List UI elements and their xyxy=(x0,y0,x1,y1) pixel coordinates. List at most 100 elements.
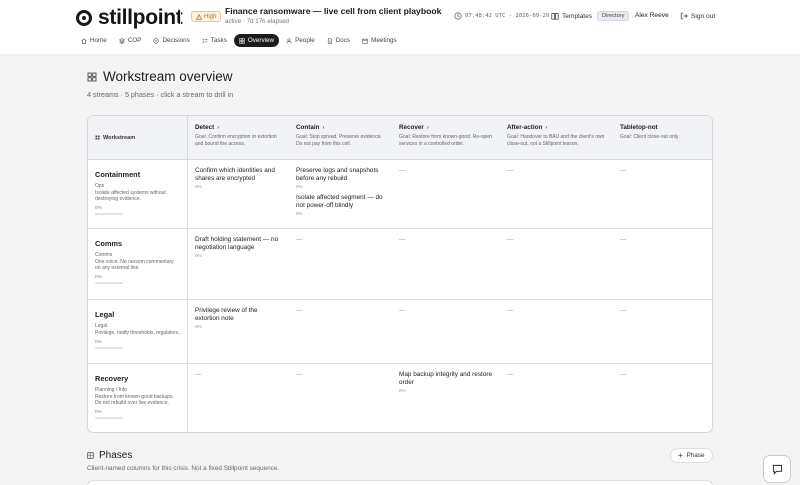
utc-clock: 07:48:42 UTC · 2026-09-29 xyxy=(454,12,549,20)
phase-cell[interactable]: — xyxy=(613,229,712,299)
empty-marker: — xyxy=(195,371,202,378)
directory-button[interactable]: Directory xyxy=(597,11,630,21)
plus-icon: + xyxy=(678,450,683,460)
phase-cell[interactable]: — xyxy=(613,300,712,363)
task-item[interactable]: Map backup integrity and restore order 0% xyxy=(399,371,493,393)
phase-cell[interactable]: — xyxy=(392,300,500,363)
empty-marker: — xyxy=(399,167,406,174)
task-item[interactable]: Preserve logs and snapshots before any r… xyxy=(296,167,385,189)
phase-cell[interactable]: — xyxy=(500,300,613,363)
tasks-icon xyxy=(202,38,208,44)
workstream-header-label: Workstream xyxy=(103,134,136,141)
nav-meetings[interactable]: Meetings xyxy=(357,34,402,47)
stream-name: Containment xyxy=(95,170,141,179)
phase-cell[interactable]: Map backup integrity and restore order 0% xyxy=(392,364,500,432)
chat-button[interactable] xyxy=(763,455,791,483)
nav-label: People xyxy=(295,37,315,44)
phase-column-header[interactable]: Recover › Goal: Restore from known-good. R… xyxy=(392,116,500,159)
nav-docs[interactable]: Docs xyxy=(322,34,355,47)
task-item[interactable]: Privilege review of the extortion note 0% xyxy=(195,307,282,329)
empty-marker: — xyxy=(507,236,514,243)
phase-cell[interactable]: Preserve logs and snapshots before any r… xyxy=(289,160,392,228)
phase-cell[interactable]: — xyxy=(500,364,613,432)
task-progress: 0% xyxy=(399,388,406,393)
phase-cell[interactable]: Draft holding statement — no negotiation… xyxy=(188,229,289,299)
templates-button[interactable]: Templates xyxy=(551,12,592,20)
chat-icon xyxy=(772,464,783,475)
add-phase-label: Phase xyxy=(686,452,705,459)
add-phase-button[interactable]: + Phase xyxy=(670,448,713,463)
stream-name: Legal xyxy=(95,310,115,319)
empty-marker: — xyxy=(507,371,514,378)
phase-goal: Goal: Restore from known-good. Re-open s… xyxy=(399,134,492,147)
phase-column-header[interactable]: Tabletop-not Goal: Client close-out only. xyxy=(613,116,712,159)
workstream-cell[interactable]: Comms Comms One voice. No ransom commentar… xyxy=(88,229,188,299)
workstream-board: Workstream Detect › Goal: Confirm encrypti… xyxy=(87,115,713,433)
phase-cell[interactable]: Privilege review of the extortion note 0% xyxy=(188,300,289,363)
nav-overview[interactable]: Overview xyxy=(233,34,280,47)
workstream-cell[interactable]: Legal Legal Privilege, notify thresholds, … xyxy=(88,300,188,363)
task-progress: 0% xyxy=(195,324,202,329)
task-title: Confirm which identities and shares are … xyxy=(195,167,275,182)
nav-decisions[interactable]: Decisions xyxy=(148,34,194,47)
empty-marker: — xyxy=(507,167,514,174)
chevron-right-icon: › xyxy=(217,124,220,131)
workstream-row[interactable]: Recovery Planning / Info Restore from know… xyxy=(88,364,712,432)
workstream-row[interactable]: Containment Ops Isolate affected systems w… xyxy=(88,160,712,229)
workstream-column-header: Workstream xyxy=(88,116,188,159)
progress-bar xyxy=(95,213,123,216)
nav-label: COP xyxy=(127,37,142,44)
task-item[interactable]: Isolate affected segment — do not power-… xyxy=(296,194,385,216)
phase-cell[interactable]: — xyxy=(392,229,500,299)
phase-cell[interactable]: — xyxy=(613,160,712,228)
phase-cell[interactable]: — xyxy=(289,229,392,299)
workstream-cell[interactable]: Recovery Planning / Info Restore from know… xyxy=(88,364,188,432)
phase-cell[interactable]: — xyxy=(289,364,392,432)
chevron-right-icon: › xyxy=(426,124,429,131)
progress-bar xyxy=(95,347,123,350)
workstream-row[interactable]: Comms Comms One voice. No ransom commentar… xyxy=(88,229,712,300)
phase-name-text: Contain xyxy=(296,124,320,131)
phase-name: Recover › xyxy=(399,124,493,131)
phase-cell[interactable]: — xyxy=(500,229,613,299)
workstream-cell[interactable]: Containment Ops Isolate affected systems w… xyxy=(88,160,188,228)
empty-marker: — xyxy=(620,371,627,378)
phase-name: Tabletop-not xyxy=(620,124,707,131)
clock-text: 07:48:42 UTC · 2026-09-29 xyxy=(465,13,550,19)
phase-cell[interactable]: — xyxy=(392,160,500,228)
incident-status: active · 7d 17h elapsed xyxy=(225,18,289,25)
phase-cell[interactable]: — xyxy=(188,364,289,432)
phase-cell[interactable]: — xyxy=(613,364,712,432)
nav-people[interactable]: People xyxy=(281,34,320,47)
phase-cell[interactable]: — xyxy=(289,300,392,363)
grid-icon xyxy=(87,72,97,82)
phase-column-header[interactable]: After-action › Goal: Handover to BAU and t… xyxy=(500,116,613,159)
stream-name: Comms xyxy=(95,239,123,248)
phase-column-header[interactable]: Contain › Goal: Stop spread. Preserve evid… xyxy=(289,116,392,159)
stream-name: Recovery xyxy=(95,374,129,383)
app-logo[interactable]: stillpoint xyxy=(76,6,183,30)
phase-name: Contain › xyxy=(296,124,385,131)
nav-tasks[interactable]: Tasks xyxy=(197,34,232,47)
workstream-row[interactable]: Legal Legal Privilege, notify thresholds, … xyxy=(88,300,712,364)
phase-cell[interactable]: Confirm which identities and shares are … xyxy=(188,160,289,228)
nav-home[interactable]: Home xyxy=(76,34,112,47)
app-name: stillpoint xyxy=(98,6,183,29)
nav-cop[interactable]: COP xyxy=(114,34,147,47)
book-icon xyxy=(551,12,559,20)
grid-icon xyxy=(239,37,245,44)
task-item[interactable]: Draft holding statement — no negotiation… xyxy=(195,236,282,258)
phase-cell[interactable]: — xyxy=(500,160,613,228)
stream-owner: Legal xyxy=(95,323,108,329)
phase-column-header[interactable]: Detect › Goal: Confirm encryption or extor… xyxy=(188,116,289,159)
main-nav: Home COP Decisions Tasks Overview People… xyxy=(76,34,402,47)
signout-button[interactable]: Sign out xyxy=(680,12,715,20)
incident-title[interactable]: Finance ransomware — live cell from clie… xyxy=(225,6,441,16)
task-item[interactable]: Confirm which identities and shares are … xyxy=(195,167,282,189)
phase-name-text: Tabletop-not xyxy=(620,124,658,131)
chevron-right-icon: › xyxy=(322,124,325,131)
stream-progress: 0% xyxy=(95,206,102,212)
phase-name: Detect › xyxy=(195,124,282,131)
severity-label: High xyxy=(204,13,217,20)
user-name[interactable]: Alex Reeve xyxy=(635,12,669,19)
